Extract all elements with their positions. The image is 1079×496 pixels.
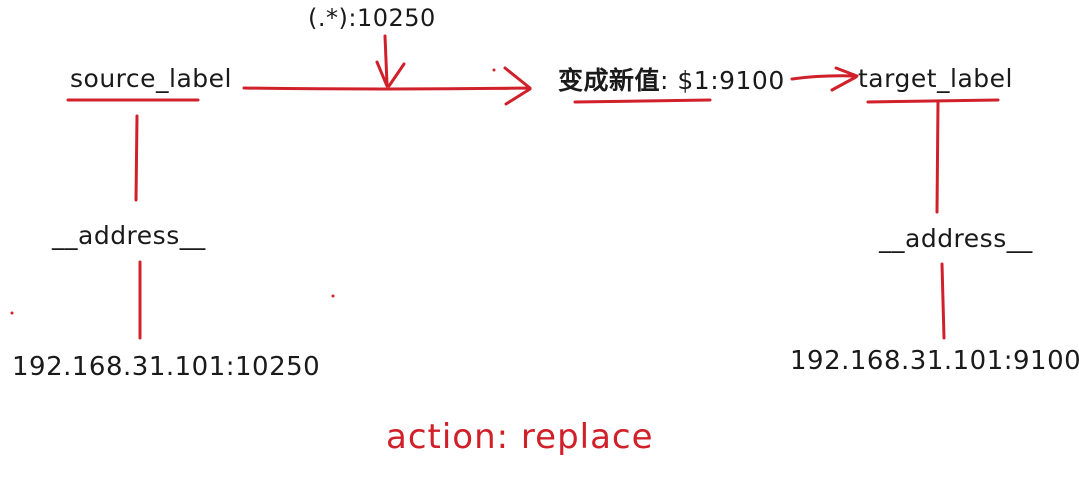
left-connector-top <box>134 114 139 202</box>
action-label: action: replace <box>386 417 654 457</box>
regex-down-arrow <box>375 34 406 88</box>
newvalue-to-target-arrow <box>790 66 859 92</box>
new-value-prefix: 变成新值 <box>558 66 661 95</box>
right-connector-top <box>935 100 940 214</box>
target-underline <box>866 98 1000 104</box>
stray-dot <box>492 68 496 72</box>
stray-dot <box>10 311 14 315</box>
new-value-label: 变成新值: $1:9100 <box>558 68 785 93</box>
source-label: source_label <box>70 64 232 93</box>
ip-address-left: 192.168.31.101:10250 <box>12 352 321 382</box>
newvalue-underline <box>573 98 712 104</box>
address-label-right: __address__ <box>879 224 1033 253</box>
relabel-diagram: (.*):10250 source_label 变成新值: $1:9100 ta… <box>0 0 1079 496</box>
target-label: target_label <box>858 64 1013 93</box>
ip-address-right: 192.168.31.101:9100 <box>790 346 1079 376</box>
new-value-rest: : $1:9100 <box>660 66 785 95</box>
regex-label: (.*):10250 <box>308 4 436 32</box>
address-label-left: __address__ <box>52 221 206 250</box>
stray-dot <box>331 294 335 298</box>
right-connector-bottom <box>940 262 946 340</box>
